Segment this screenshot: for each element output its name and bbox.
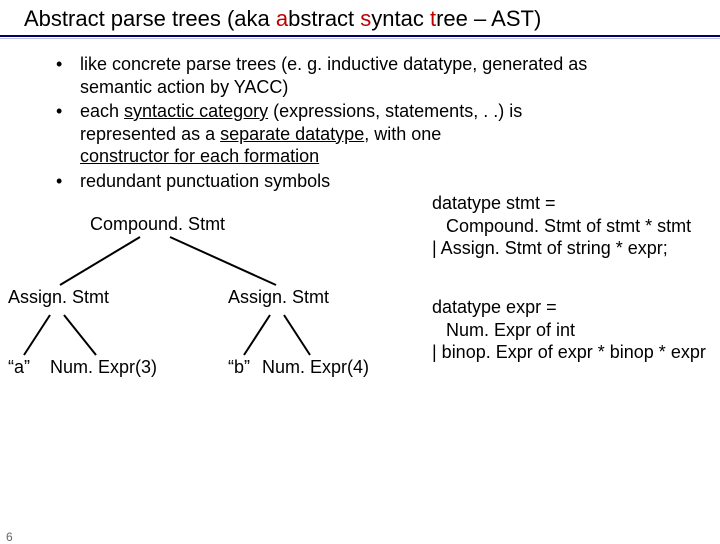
bullet-1-line2: semantic action by YACC) (80, 77, 288, 97)
title-post: ree – AST) (436, 6, 541, 31)
bullet-2-line3a: constructor for each formation (80, 146, 319, 166)
bullet-2-line2a: represented as a (80, 124, 220, 144)
page-number: 6 (6, 530, 13, 544)
bullet-1: like concrete parse trees (e. g. inducti… (56, 53, 710, 98)
title-red-s: s (360, 6, 371, 31)
bullet-2-line1b: (expressions, statements, . .) is (268, 101, 522, 121)
bullet-2-line1u: syntactic category (124, 101, 268, 121)
datatype-expr-block: datatype expr = Num. Expr of int | binop… (432, 296, 706, 364)
bullet-2-line1a: each (80, 101, 124, 121)
bullet-2-line2b: , with one (364, 124, 441, 144)
title-red-a: a (276, 6, 288, 31)
tree-assign-left: Assign. Stmt (8, 287, 109, 308)
tree-edges (0, 225, 430, 425)
tree-assign-right: Assign. Stmt (228, 287, 329, 308)
tree-leaf-a: “a” (8, 357, 30, 378)
title-mid2: yntac (371, 6, 430, 31)
parse-tree-diagram: Assign. Stmt Assign. Stmt “a” Num. Expr(… (0, 225, 430, 425)
tree-leaf-a-expr: Num. Expr(3) (50, 357, 157, 378)
stmt-l1: datatype stmt = (432, 193, 556, 213)
datatype-stmt-block: datatype stmt = Compound. Stmt of stmt *… (432, 192, 691, 260)
stmt-l3: | Assign. Stmt of string * expr; (432, 238, 668, 258)
expr-l3: | binop. Expr of expr * binop * expr (432, 342, 706, 362)
bullet-2: each syntactic category (expressions, st… (56, 100, 710, 168)
expr-l2: Num. Expr of int (432, 319, 706, 342)
bullet-3-line1: redundant punctuation symbols (80, 171, 330, 191)
title-mid: bstract (288, 6, 360, 31)
stmt-l2: Compound. Stmt of stmt * stmt (432, 215, 691, 238)
tree-leaf-b: “b” (228, 357, 250, 378)
expr-l1: datatype expr = (432, 297, 557, 317)
bullet-1-line1: like concrete parse trees (e. g. inducti… (80, 54, 587, 74)
bullet-list: like concrete parse trees (e. g. inducti… (0, 39, 720, 192)
title-rule (0, 35, 720, 37)
bullet-2-line2u: separate datatype (220, 124, 364, 144)
bullet-3: redundant punctuation symbols (56, 170, 710, 193)
title-pre: Abstract parse trees (aka (24, 6, 276, 31)
page-title: Abstract parse trees (aka abstract synta… (0, 0, 720, 35)
tree-leaf-b-expr: Num. Expr(4) (262, 357, 369, 378)
